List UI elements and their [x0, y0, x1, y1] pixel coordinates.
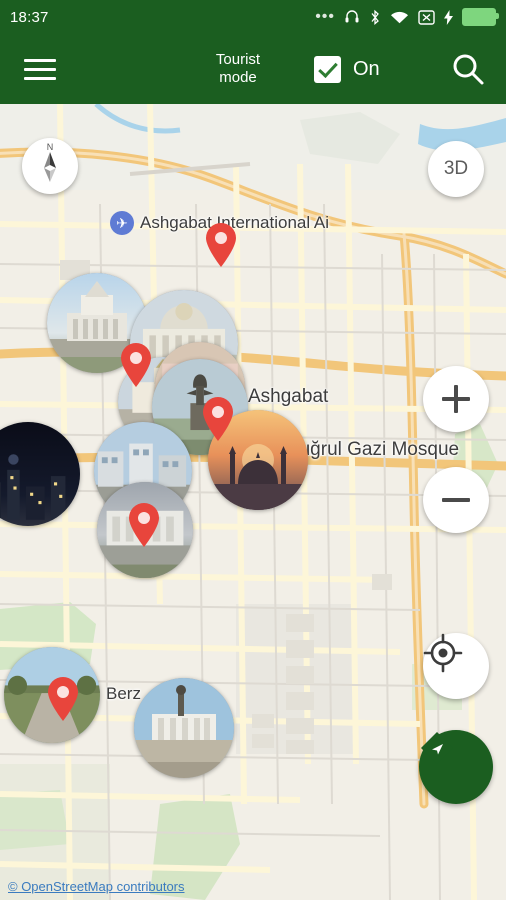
zoom-in-button[interactable] — [423, 366, 489, 432]
navigation-arrow-icon — [421, 732, 453, 764]
status-clock: 18:37 — [10, 8, 49, 26]
more-dots-icon: ••• — [315, 8, 335, 25]
tourist-mode-toggle[interactable]: On — [314, 55, 380, 83]
photo-bubble-white-building[interactable] — [97, 482, 193, 578]
navigation-button[interactable] — [419, 730, 493, 804]
tourist-mode-checkbox[interactable] — [314, 55, 341, 83]
compass-needle-icon — [44, 152, 56, 182]
app-bar: Tourist mode On — [0, 34, 506, 104]
map-label-airport: ✈ Ashgabat International Ai — [110, 211, 329, 235]
search-icon[interactable] — [448, 49, 488, 89]
photo-bubble-night-city[interactable] — [0, 422, 80, 526]
bluetooth-icon — [369, 9, 381, 26]
crosshair-locate-icon — [423, 633, 463, 673]
tourist-mode-label-line1: Tourist — [215, 51, 261, 68]
photo-bubble-park-path[interactable] — [4, 647, 100, 743]
wifi-icon — [390, 10, 409, 25]
status-bar: 18:37 ••• — [0, 0, 506, 34]
photo-bubble-memorial[interactable] — [134, 678, 234, 778]
tourist-mode-state-label: On — [353, 57, 380, 80]
photo-night-city — [0, 422, 80, 526]
photo-park-path — [4, 647, 100, 743]
zoom-out-button[interactable] — [423, 467, 489, 533]
photo-mosque-sunset — [208, 410, 308, 510]
charging-bolt-icon — [444, 9, 453, 25]
tourist-mode-label: Tourist mode — [208, 51, 268, 87]
locate-me-button[interactable] — [423, 633, 489, 699]
photo-bubble-mosque-sunset[interactable] — [208, 410, 308, 510]
osm-attribution-link[interactable]: © OpenStreetMap contributors — [8, 879, 185, 894]
map-canvas[interactable]: ✈ Ashgabat International Ai Ashgabat rtu… — [0, 104, 506, 900]
phone-screen: 18:37 ••• Tourist mode On ✈ Ashgabat Int… — [0, 0, 506, 900]
three-d-toggle-button[interactable]: 3D — [428, 141, 484, 197]
no-sim-icon — [418, 9, 435, 25]
battery-icon — [462, 8, 499, 26]
three-d-label: 3D — [443, 158, 469, 179]
airplane-icon: ✈ — [110, 211, 134, 235]
minus-icon — [442, 486, 470, 514]
tourist-mode-label-line2: mode — [219, 69, 257, 86]
photo-memorial — [134, 678, 234, 778]
status-icon-group: ••• — [315, 8, 499, 26]
photo-white-building — [97, 482, 193, 578]
plus-icon — [442, 385, 470, 413]
hamburger-menu-icon[interactable] — [12, 41, 68, 97]
map-label-airport-text: Ashgabat International Ai — [140, 213, 330, 232]
headset-icon — [344, 9, 360, 25]
compass-rose[interactable]: N — [22, 138, 78, 194]
